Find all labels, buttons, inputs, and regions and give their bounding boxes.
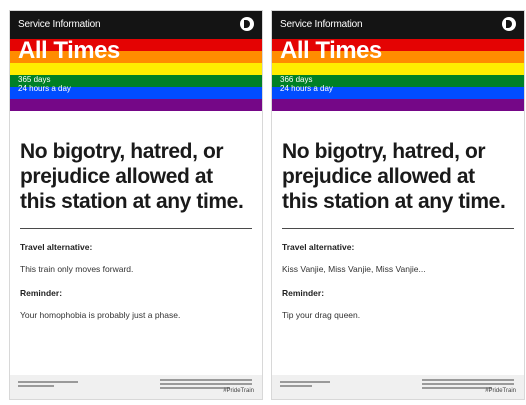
hashtag: #PrideTrain: [485, 388, 516, 394]
fine-print: [18, 381, 78, 383]
rainbow-banner: All Times 365 days 24 hours a day: [10, 37, 262, 111]
divider: [20, 228, 252, 229]
fine-print: [280, 381, 330, 383]
poster-title: All Times: [280, 37, 382, 64]
main-message: No bigotry, hatred, or prejudice allowed…: [282, 140, 506, 213]
rainbow-stripe-purple: [272, 99, 524, 111]
reminder-text: Tip your drag queen.: [282, 310, 361, 320]
divider: [282, 228, 514, 229]
travel-alternative-label: Travel alternative:: [20, 242, 93, 252]
rainbow-stripe-purple: [10, 99, 262, 111]
hours-text: 24 hours a day: [18, 84, 71, 93]
transit-logo-icon: [240, 17, 254, 31]
hours-text: 24 hours a day: [280, 84, 333, 93]
fine-print: [280, 385, 312, 387]
travel-alternative-text: Kiss Vanjie, Miss Vanjie, Miss Vanjie...: [282, 264, 426, 274]
days-text: 366 days: [280, 75, 313, 84]
fine-print: [18, 385, 54, 387]
transit-logo-icon: [502, 17, 516, 31]
reminder-label: Reminder:: [20, 288, 63, 298]
poster-right: Service Information All Times 366 days 2…: [271, 10, 525, 400]
fine-print: [422, 379, 514, 381]
reminder-label: Reminder:: [282, 288, 325, 298]
fine-print: [160, 379, 252, 381]
poster-header: Service Information: [10, 11, 262, 39]
reminder-text: Your homophobia is probably just a phase…: [20, 310, 181, 320]
poster-footer: #PrideTrain: [272, 375, 524, 399]
poster-collage: Service Information All Times 365 days 2…: [0, 0, 526, 405]
fine-print: [422, 387, 492, 389]
poster-footer: #PrideTrain: [10, 375, 262, 399]
days-text: 365 days: [18, 75, 51, 84]
hashtag: #PrideTrain: [223, 388, 254, 394]
main-message: No bigotry, hatred, or prejudice allowed…: [20, 140, 244, 213]
travel-alternative-text: This train only moves forward.: [20, 264, 134, 274]
service-information-label: Service Information: [280, 19, 363, 30]
travel-alternative-label: Travel alternative:: [282, 242, 355, 252]
fine-print: [160, 387, 230, 389]
poster-title: All Times: [18, 37, 120, 64]
poster-header: Service Information: [272, 11, 524, 39]
service-information-label: Service Information: [18, 19, 101, 30]
fine-print: [160, 383, 252, 385]
fine-print: [422, 383, 514, 385]
rainbow-banner: All Times 366 days 24 hours a day: [272, 37, 524, 111]
poster-left: Service Information All Times 365 days 2…: [9, 10, 263, 400]
